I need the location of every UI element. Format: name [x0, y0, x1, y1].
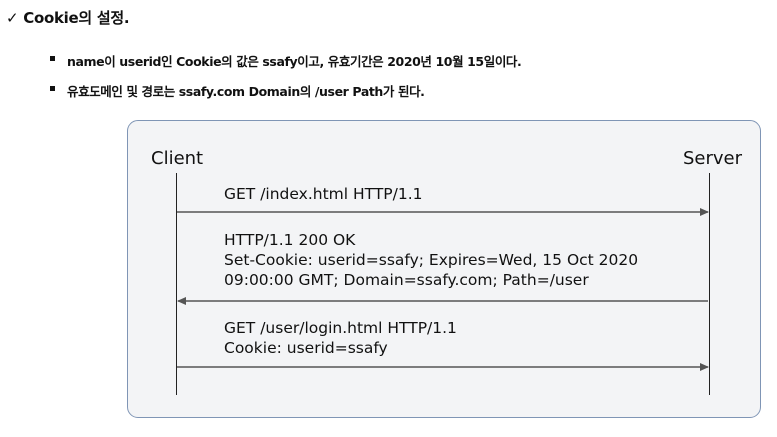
- message-arrows: [177, 208, 709, 371]
- message-request-label: GET /index.html HTTP/1.1: [224, 185, 423, 203]
- message-response-label: HTTP/1.1 200 OK Set-Cookie: userid=ssafy…: [224, 231, 639, 289]
- message-request-label: GET /user/login.html HTTP/1.1 Cookie: us…: [224, 319, 457, 357]
- slide: ✓ Cookie의 설정. name이 userid인 Cookie의 값은 ss…: [0, 0, 777, 437]
